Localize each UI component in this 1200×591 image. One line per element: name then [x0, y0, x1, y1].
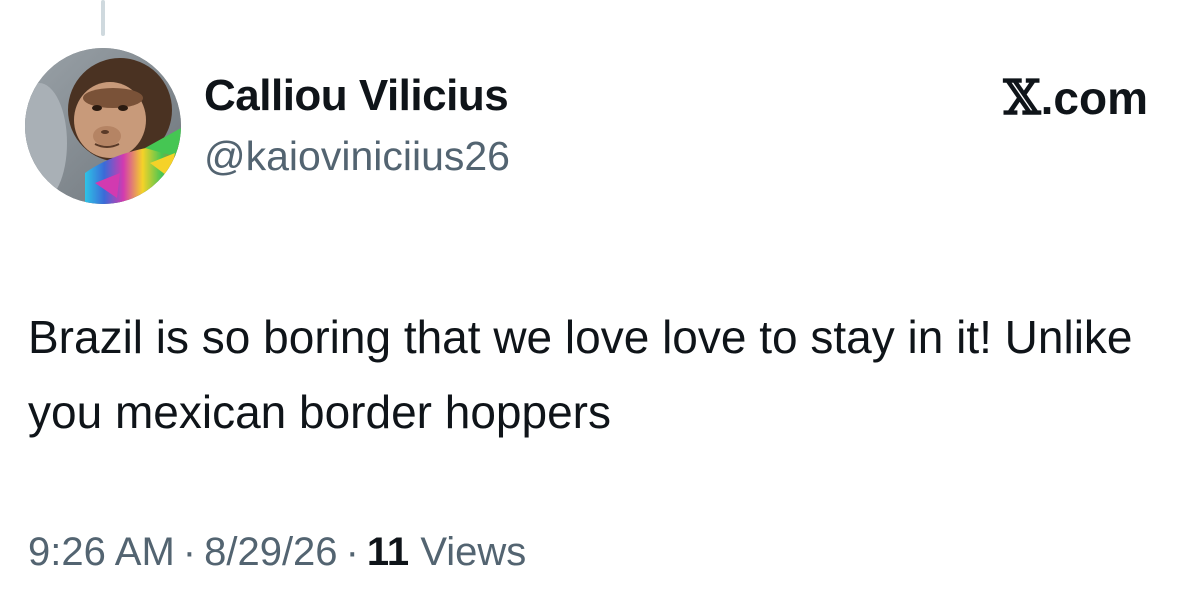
- display-name[interactable]: Calliou Vilicius: [204, 70, 510, 122]
- meta-separator: ·: [182, 530, 197, 574]
- tweet-meta: 9:26 AM · 8/29/26 · 11 Views: [28, 524, 526, 580]
- x-com-watermark: 𝕏 .com: [1003, 70, 1148, 126]
- views-count: 11: [366, 530, 410, 574]
- tweet-date[interactable]: 8/29/26: [204, 530, 337, 574]
- thread-connector-line: [101, 0, 105, 36]
- brand-domain-suffix: .com: [1040, 72, 1148, 124]
- tweet-text: Brazil is so boring that we love love to…: [28, 311, 1133, 438]
- meta-separator: ·: [345, 530, 359, 574]
- author-block: Calliou Vilicius @kaioviniciius26: [204, 70, 510, 182]
- avatar[interactable]: [25, 48, 181, 204]
- tweet-time[interactable]: 9:26 AM: [28, 530, 175, 574]
- capuchin-monkey-avatar-icon: [25, 48, 181, 204]
- user-handle[interactable]: @kaioviniciius26: [204, 130, 510, 182]
- views-label: Views: [420, 530, 527, 574]
- x-logo-icon: 𝕏: [1003, 70, 1041, 126]
